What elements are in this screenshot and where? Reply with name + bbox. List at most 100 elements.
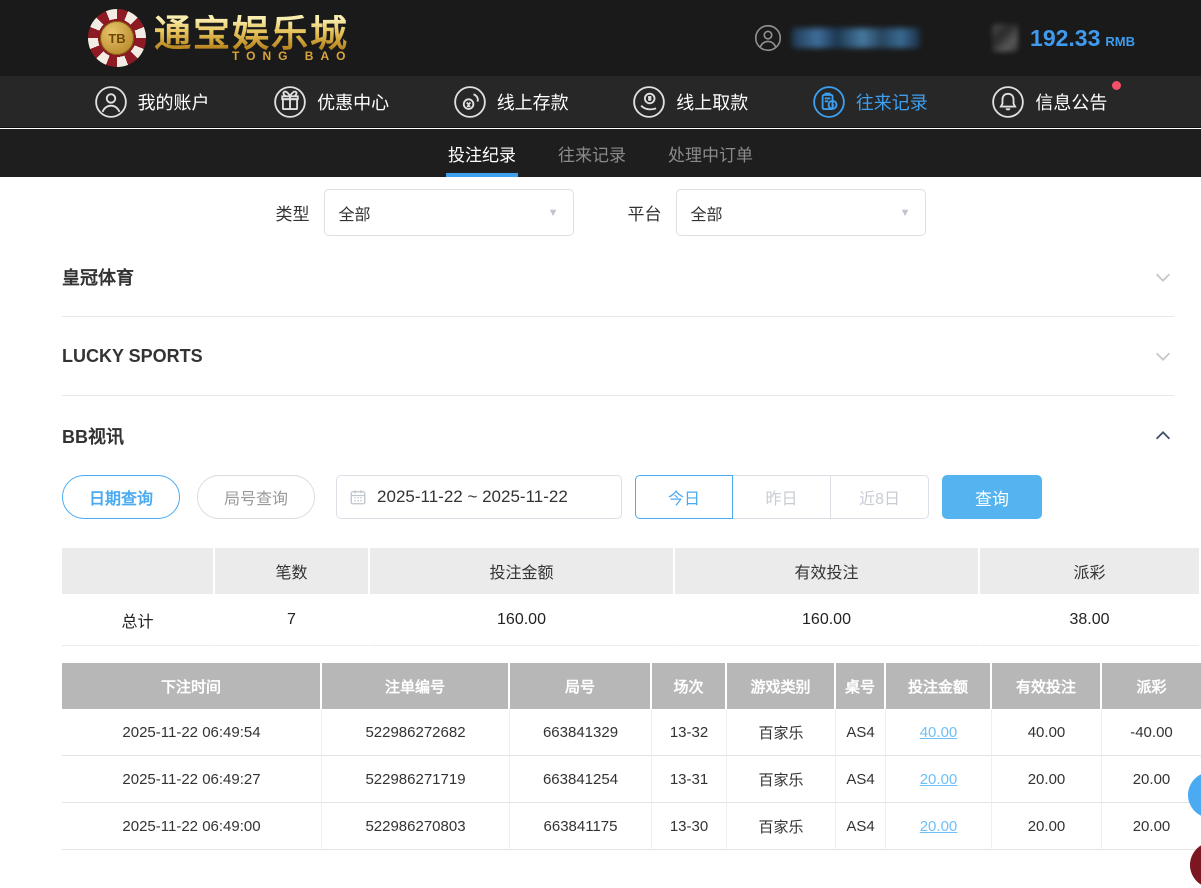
type-select-value: 全部 (339, 201, 371, 225)
round-query-button[interactable]: 局号查询 (197, 475, 315, 519)
tab-processing-orders[interactable]: 处理中订单 (666, 129, 755, 177)
bet-amount-link[interactable]: 20.00 (920, 771, 958, 788)
user-avatar-icon[interactable] (754, 24, 782, 52)
summary-header-cell: 笔数 (215, 548, 370, 594)
notification-badge (1112, 81, 1121, 90)
wallet-icon-blurred[interactable] (992, 24, 1018, 52)
withdraw-icon (632, 85, 666, 119)
game-type: 百家乐 (727, 803, 836, 850)
type-select[interactable]: 全部 ▼ (324, 189, 574, 236)
valid-bet: 20.00 (992, 803, 1102, 850)
detail-header-cell: 游戏类别 (727, 663, 836, 709)
balance-amount[interactable]: 192.33 (1030, 25, 1100, 52)
chevron-down-icon[interactable] (1152, 266, 1174, 288)
bet-number: 522986271719 (322, 756, 510, 803)
detail-header-cell: 场次 (652, 663, 727, 709)
session: 13-31 (652, 756, 727, 803)
payout: 20.00 (1102, 803, 1201, 850)
bet-amount-link[interactable]: 20.00 (920, 818, 958, 835)
date-range-input[interactable]: 2025-11-22 ~ 2025-11-22 (336, 475, 622, 519)
top-header: TB 通宝娱乐城 TONG BAO 192.33 RMB (0, 0, 1201, 76)
platform-select-value: 全部 (691, 201, 723, 225)
records-icon (812, 85, 846, 119)
search-button[interactable]: 查询 (942, 475, 1042, 519)
filter-row: 类型 全部 ▼ 平台 全部 ▼ (0, 189, 1201, 236)
nav-announcements[interactable]: 信息公告 (991, 85, 1107, 119)
table-row: 2025-11-22 06:49:00 522986270803 6638411… (62, 803, 1201, 850)
table-row: 2025-11-22 06:49:54 522986272682 6638413… (62, 709, 1201, 756)
round-number: 663841329 (510, 709, 652, 756)
calendar-icon (349, 488, 367, 506)
section-divider (62, 316, 1174, 317)
detail-header-cell: 投注金额 (886, 663, 992, 709)
bet-amount-link[interactable]: 40.00 (920, 724, 958, 741)
payout: 20.00 (1102, 756, 1201, 803)
promo-icon (273, 85, 307, 119)
section-crown-sports[interactable]: 皇冠体育 (62, 262, 1174, 292)
detail-header-cell: 有效投注 (992, 663, 1102, 709)
section-bb-video[interactable]: BB视讯 (62, 421, 1174, 451)
summary-table: 笔数 投注金额 有效投注 派彩 总计 7 160.00 160.00 38.00 (62, 548, 1201, 646)
today-button[interactable]: 今日 (635, 475, 733, 519)
tab-transaction-records[interactable]: 往来记录 (556, 129, 628, 177)
summary-header-cell (62, 548, 215, 594)
detail-header-row: 下注时间 注单编号 局号 场次 游戏类别 桌号 投注金额 有效投注 派彩 (62, 663, 1201, 709)
yesterday-button[interactable]: 昨日 (733, 475, 831, 519)
nav-promotions[interactable]: 优惠中心 (273, 85, 389, 119)
chevron-up-icon[interactable] (1152, 425, 1174, 447)
nav-label: 线上取款 (676, 89, 748, 115)
summary-valid-bet: 160.00 (675, 594, 980, 646)
nav-label: 我的账户 (138, 89, 210, 115)
table-number: AS4 (836, 756, 886, 803)
game-type: 百家乐 (727, 756, 836, 803)
last8days-button[interactable]: 近8日 (831, 475, 929, 519)
summary-total-label: 总计 (62, 594, 215, 646)
section-title: BB视讯 (62, 423, 124, 449)
bet-time: 2025-11-22 06:49:54 (62, 709, 322, 756)
chevron-down-icon[interactable] (1152, 345, 1174, 367)
bet-time: 2025-11-22 06:49:00 (62, 803, 322, 850)
site-logo[interactable]: TB 通宝娱乐城 TONG BAO (88, 9, 352, 67)
session: 13-30 (652, 803, 727, 850)
date-query-button[interactable]: 日期查询 (62, 475, 180, 519)
main-navigation: 我的账户 优惠中心 线上存款 线上取款 往来记录 信息公告 (0, 76, 1201, 128)
detail-header-cell: 下注时间 (62, 663, 322, 709)
summary-header-cell: 投注金额 (370, 548, 675, 594)
session: 13-32 (652, 709, 727, 756)
deposit-icon (453, 85, 487, 119)
query-toolbar: 日期查询 局号查询 2025-11-22 ~ 2025-11-22 今日 昨日 … (62, 475, 1042, 519)
section-lucky-sports[interactable]: LUCKY SPORTS (62, 341, 1174, 371)
detail-header-cell: 局号 (510, 663, 652, 709)
platform-filter-label: 平台 (628, 200, 662, 225)
quick-date-group: 今日 昨日 近8日 (635, 475, 929, 519)
table-number: AS4 (836, 709, 886, 756)
detail-header-cell: 桌号 (836, 663, 886, 709)
bet-time: 2025-11-22 06:49:27 (62, 756, 322, 803)
game-type: 百家乐 (727, 709, 836, 756)
nav-label: 优惠中心 (317, 89, 389, 115)
account-icon (94, 85, 128, 119)
nav-deposit[interactable]: 线上存款 (453, 85, 569, 119)
summary-payout: 38.00 (980, 594, 1199, 646)
nav-label: 线上存款 (497, 89, 569, 115)
date-range-value: 2025-11-22 ~ 2025-11-22 (377, 487, 568, 507)
valid-bet: 40.00 (992, 709, 1102, 756)
summary-header-row: 笔数 投注金额 有效投注 派彩 (62, 548, 1201, 594)
notice-icon (991, 85, 1025, 119)
nav-transaction-records[interactable]: 往来记录 (812, 85, 928, 119)
summary-header-cell: 有效投注 (675, 548, 980, 594)
detail-header-cell: 注单编号 (322, 663, 510, 709)
bet-number: 522986272682 (322, 709, 510, 756)
nav-my-account[interactable]: 我的账户 (94, 85, 210, 119)
round-number: 663841175 (510, 803, 652, 850)
platform-select[interactable]: 全部 ▼ (676, 189, 926, 236)
nav-label: 信息公告 (1035, 89, 1107, 115)
summary-total-row: 总计 7 160.00 160.00 38.00 (62, 594, 1201, 646)
summary-bet-amount: 160.00 (370, 594, 675, 646)
username-blurred[interactable] (792, 28, 920, 48)
tab-betting-records[interactable]: 投注纪录 (446, 129, 518, 177)
chevron-down-icon: ▼ (900, 207, 911, 219)
table-number: AS4 (836, 803, 886, 850)
nav-withdraw[interactable]: 线上取款 (632, 85, 748, 119)
bet-detail-table: 下注时间 注单编号 局号 场次 游戏类别 桌号 投注金额 有效投注 派彩 202… (62, 663, 1201, 850)
